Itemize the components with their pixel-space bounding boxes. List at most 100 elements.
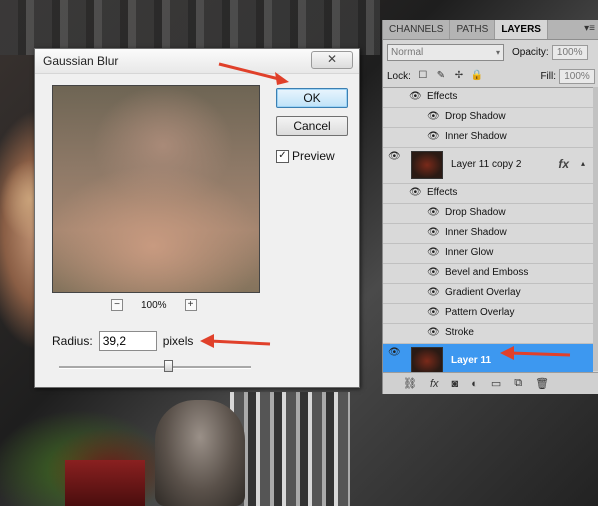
zoom-controls: − 100% + [111, 299, 197, 311]
layer-thumbnail [411, 347, 443, 372]
effect-name: Pattern Overlay [445, 307, 515, 318]
panel-footer: ⛓ fx ◙ ◐ ▭ ⧉ 🗑 [383, 372, 598, 394]
effect-row[interactable]: 👁 Pattern Overlay [383, 304, 593, 324]
effect-row[interactable]: 👁 Inner Shadow [383, 128, 593, 148]
ok-button[interactable]: OK [276, 88, 348, 108]
effect-name: Inner Shadow [445, 131, 507, 142]
effect-row[interactable]: 👁 Inner Glow [383, 244, 593, 264]
fill-label: Fill: [540, 70, 556, 82]
effect-name: Stroke [445, 327, 474, 338]
radius-unit: pixels [162, 334, 194, 348]
effect-row[interactable]: 👁 Drop Shadow [383, 108, 593, 128]
effect-name: Drop Shadow [445, 207, 506, 218]
radius-slider[interactable] [59, 360, 251, 372]
panel-tabs: CHANNELS PATHS LAYERS [383, 20, 598, 40]
panel-menu-icon[interactable]: ▾≡ [584, 23, 595, 34]
effect-name: Gradient Overlay [445, 287, 521, 298]
effects-header[interactable]: 👁 Effects [383, 88, 593, 108]
eye-icon[interactable]: 👁 [427, 327, 440, 339]
lock-transparent-icon[interactable]: ☐ [417, 70, 429, 82]
effect-name: Drop Shadow [445, 111, 506, 122]
effect-row[interactable]: 👁 Bevel and Emboss [383, 264, 593, 284]
effect-name: Inner Shadow [445, 227, 507, 238]
new-layer-icon[interactable]: ⧉ [514, 377, 522, 390]
preview-checkbox[interactable]: ✓ [276, 149, 289, 163]
layer-row[interactable]: 👁 Layer 11 copy 2 fx ▴ [383, 148, 593, 184]
eye-icon[interactable]: 👁 [427, 267, 440, 279]
opacity-label: Opacity: [512, 46, 549, 58]
red-box [65, 460, 145, 506]
trash-icon[interactable]: 🗑 [535, 377, 549, 390]
fill-group: Fill: 100% [540, 68, 595, 84]
background-wall [0, 0, 380, 55]
lock-label: Lock: [387, 70, 411, 82]
preview-image [53, 86, 259, 292]
arrow-to-layer-annotation [500, 346, 571, 360]
zoom-out-button[interactable]: − [111, 299, 123, 311]
effects-label: Effects [427, 187, 458, 198]
arrow-to-radius-annotation [200, 334, 271, 348]
dialog-title: Gaussian Blur [43, 54, 119, 68]
radius-input[interactable] [98, 331, 157, 351]
effect-name: Bevel and Emboss [445, 267, 529, 278]
effect-row[interactable]: 👁 Gradient Overlay [383, 284, 593, 304]
eye-icon[interactable]: 👁 [427, 247, 440, 259]
eye-icon[interactable]: 👁 [427, 111, 440, 123]
radius-row: Radius: pixels [52, 331, 193, 351]
layer-thumbnail [411, 151, 443, 179]
blur-preview[interactable] [52, 85, 260, 293]
eye-icon[interactable]: 👁 [427, 131, 440, 143]
eye-icon[interactable]: 👁 [409, 187, 422, 199]
effect-row[interactable]: 👁 Drop Shadow [383, 204, 593, 224]
eye-icon[interactable]: 👁 [427, 207, 440, 219]
fill-field[interactable]: 100% [559, 68, 595, 84]
layer-name: Layer 11 copy 2 [451, 159, 522, 170]
eye-icon[interactable]: 👁 [409, 91, 422, 103]
radius-label: Radius: [52, 334, 93, 348]
arrow-to-ok-annotation [218, 62, 289, 85]
lock-move-icon[interactable]: ✢ [453, 70, 465, 82]
eye-icon[interactable]: 👁 [388, 151, 401, 163]
layers-panel: CHANNELS PATHS LAYERS ▾≡ Normal ▾ Opacit… [382, 20, 598, 394]
preview-label: Preview [292, 149, 335, 163]
tab-paths[interactable]: PATHS [450, 20, 496, 39]
radius-slider-thumb[interactable] [164, 360, 174, 372]
kitten [155, 400, 245, 506]
fx-icon[interactable]: fx [430, 378, 439, 390]
eye-icon[interactable]: 👁 [427, 287, 440, 299]
effects-header[interactable]: 👁 Effects [383, 184, 593, 204]
adjustment-icon[interactable]: ◐ [471, 378, 478, 390]
tab-channels[interactable]: CHANNELS [383, 20, 451, 39]
eye-icon[interactable]: 👁 [427, 227, 440, 239]
lock-row: Lock: ☐ ✎ ✢ 🔒 Fill: 100% [387, 68, 595, 84]
lock-all-icon[interactable]: 🔒 [471, 70, 483, 82]
cancel-button[interactable]: Cancel [276, 116, 348, 136]
effects-label: Effects [427, 91, 458, 102]
layer-name: Layer 11 [451, 355, 492, 366]
mask-icon[interactable]: ◙ [452, 378, 459, 390]
eye-icon[interactable]: 👁 [427, 307, 440, 319]
chevron-up-icon[interactable]: ▴ [581, 159, 585, 168]
tab-layers[interactable]: LAYERS [495, 20, 548, 39]
zoom-level: 100% [141, 299, 167, 311]
effect-row[interactable]: 👁 Stroke [383, 324, 593, 344]
chevron-down-icon: ▾ [495, 47, 500, 57]
preview-checkbox-row[interactable]: ✓ Preview [276, 149, 335, 163]
zoom-in-button[interactable]: + [184, 299, 197, 311]
layers-list: 👁 Effects 👁 Drop Shadow 👁 Inner Shadow 👁 Layer … [383, 87, 593, 372]
lock-brush-icon[interactable]: ✎ [435, 70, 447, 82]
blend-row: Normal ▾ Opacity: 100% [387, 43, 595, 61]
metal-fence [230, 392, 350, 506]
dialog-titlebar: Gaussian Blur ✕ [35, 49, 359, 74]
effect-row[interactable]: 👁 Inner Shadow [383, 224, 593, 244]
blend-mode-select[interactable]: Normal ▾ [387, 43, 504, 61]
eye-icon[interactable]: 👁 [388, 347, 401, 359]
folder-icon[interactable]: ▭ [491, 377, 501, 390]
link-icon[interactable]: ⛓ [403, 377, 417, 390]
blend-mode-value: Normal [391, 46, 424, 58]
fx-badge-icon: fx [558, 157, 569, 171]
layers-scrollbar[interactable] [593, 87, 598, 371]
close-button[interactable]: ✕ [311, 51, 353, 69]
opacity-field[interactable]: 100% [551, 44, 588, 60]
effect-name: Inner Glow [445, 247, 494, 258]
